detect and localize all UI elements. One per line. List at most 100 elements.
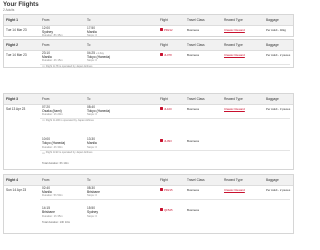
plane-icon: [42, 119, 45, 122]
col-from: From: [42, 43, 50, 47]
segment-from: 07:20 Osaka (Itami) Duration: 1h 20m: [42, 105, 63, 117]
plane-icon: [42, 151, 45, 154]
reward-type-link[interactable]: Classic Reward: [224, 188, 245, 192]
flight-4-label: Flight 4: [6, 178, 19, 182]
flight-number[interactable]: PR215: [164, 188, 173, 192]
reward-type-link[interactable]: Classic Reward: [224, 53, 245, 57]
col-from: From: [42, 18, 50, 22]
segment-to: 04:25 +1 day Tokyo (Haneda) Stops: 0: [87, 51, 110, 63]
flight-block-2: Flight 2 From To Flight Travel Class Rew…: [3, 39, 294, 68]
baggage-info: Per Adult - 2 pieces: [266, 52, 291, 57]
airline-logo-icon: [160, 27, 163, 31]
segment-date: Sat 13 Apr 23: [6, 106, 26, 111]
col-flight: Flight: [160, 43, 168, 47]
baggage-info: Per Adult - 40kg: [266, 27, 286, 32]
segment-from: 23:10 Manila Duration: 4h 15m: [42, 51, 63, 63]
flight-number[interactable]: JL093: [164, 139, 172, 143]
segment-date: Sun 14 Apr 23: [6, 187, 27, 192]
flight-1-label: Flight 1: [6, 18, 19, 22]
col-to: To: [87, 18, 91, 22]
segment-to: 17:50 Manila Stops: 0: [87, 26, 97, 38]
baggage-info: Per Adult - 3 pieces: [266, 106, 291, 111]
segment-date: Tue 14 Mar 23: [6, 27, 27, 32]
flight-3-label: Flight 3: [6, 97, 19, 101]
flight-4-header: Flight 4 From To Flight Travel Class Rew…: [4, 175, 293, 186]
travel-class: Business: [187, 106, 200, 111]
page-title: Your Flights: [3, 1, 39, 8]
col-travel-class: Travel Class: [187, 178, 205, 182]
plane-icon: [42, 65, 45, 68]
flight-block-4: Flight 4 From To Flight Travel Class Rew…: [3, 174, 294, 234]
col-reward-type: Reward Type: [224, 178, 243, 182]
col-from: From: [42, 97, 50, 101]
segment-from: 10:00 Tokyo (Haneda) Duration: 4h 30m: [42, 137, 65, 149]
segment-from: 14:15 Brisbane Duration: 1h 35m: [42, 206, 63, 218]
travel-class: Business: [187, 138, 200, 143]
col-baggage: Baggage: [266, 18, 279, 22]
segment-to: 08:40 Tokyo (Haneda) Stops: 0: [87, 105, 110, 117]
airline-logo-icon: [160, 207, 163, 211]
flight-segment: Tue 14 Mar 23 12:00 Sydney Duration: 8h …: [4, 26, 293, 38]
airline-logo-icon: [160, 187, 163, 191]
flight-segment: Sat 13 Apr 23 07:20 Osaka (Itami) Durati…: [4, 105, 293, 171]
col-travel-class: Travel Class: [187, 18, 205, 22]
segment-from: 12:00 Sydney Duration: 8h 35m: [42, 26, 63, 38]
col-travel-class: Travel Class: [187, 97, 205, 101]
col-flight: Flight: [160, 18, 168, 22]
airline-logo-icon: [160, 52, 163, 56]
col-to: To: [87, 178, 91, 182]
segment-duration: Duration: 8h 35m: [42, 34, 63, 38]
segment-duration: Duration: 1h 35m: [42, 214, 63, 218]
operated-by-text: Flight JL78 is operated by Japan Airline…: [45, 64, 93, 68]
flight-segment: Tue 14 Mar 23 23:10 Manila Duration: 4h …: [4, 51, 293, 69]
flight-number[interactable]: QF525: [164, 208, 173, 212]
col-reward-type: Reward Type: [224, 97, 243, 101]
col-to: To: [87, 43, 91, 47]
col-travel-class: Travel Class: [187, 43, 205, 47]
operated-by-note: Flight JL100 is operated by Japan Airlin…: [42, 119, 94, 122]
segment-duration: Duration: 4h 30m: [42, 145, 63, 149]
airline-logo-icon: [160, 106, 163, 110]
flight-1-header: Flight 1 From To Flight Travel Class Rew…: [4, 15, 293, 26]
segment-from: 02:40 Manila Duration: 5h 50m: [42, 186, 63, 198]
col-from: From: [42, 178, 50, 182]
segment-stops: Stops: 0: [87, 214, 97, 218]
reward-type-link[interactable]: Classic Reward: [224, 107, 245, 111]
flight-block-3: Flight 3 From To Flight Travel Class Rew…: [3, 93, 294, 170]
segment-duration: Duration: 5h 50m: [42, 194, 63, 198]
page-header: Your Flights 2 Adults: [3, 1, 39, 12]
col-reward-type: Reward Type: [224, 18, 243, 22]
baggage-info: Per Adult - 2 pieces: [266, 187, 291, 192]
reward-type-link[interactable]: Classic Reward: [224, 28, 245, 32]
travel-class: Business: [187, 207, 200, 212]
operated-by-text: Flight JL100 is operated by Japan Airlin…: [45, 118, 94, 122]
page-subtitle: 2 Adults: [3, 8, 15, 12]
flight-2-header: Flight 2 From To Flight Travel Class Rew…: [4, 40, 293, 51]
segment-to: 08:30 Brisbane Stops: 0: [87, 186, 100, 198]
operated-by-text: Flight JL93 is operated by Japan Airline…: [45, 151, 93, 155]
operated-by-note: Flight JL93 is operated by Japan Airline…: [42, 151, 92, 154]
segment-stops: Stops: 0: [87, 194, 97, 198]
segment-date: Tue 14 Mar 23: [6, 52, 27, 57]
col-baggage: Baggage: [266, 178, 279, 182]
segment-to: 15:50 Sydney Stops: 0: [87, 206, 98, 218]
flight-3-header: Flight 3 From To Flight Travel Class Rew…: [4, 94, 293, 105]
col-flight: Flight: [160, 178, 168, 182]
flight-number[interactable]: PR212: [164, 28, 173, 32]
travel-class: Business: [187, 52, 200, 57]
segment-to: 13:30 Manila Stops: 0: [87, 137, 97, 149]
total-duration: Total duration: 6h 10m: [42, 162, 69, 165]
col-to: To: [87, 97, 91, 101]
segment-stops: Stops: 0: [87, 34, 97, 38]
divider: [40, 199, 290, 200]
airline-logo-icon: [160, 138, 163, 142]
flight-segment: Sun 14 Apr 23 02:40 Manila Duration: 5h …: [4, 186, 293, 235]
flight-number[interactable]: JL078: [164, 53, 172, 57]
segment-stops: Stops: 0: [87, 145, 97, 149]
travel-class: Business: [187, 27, 200, 32]
flight-number[interactable]: JL100: [164, 107, 172, 111]
col-baggage: Baggage: [266, 97, 279, 101]
operated-by-note: Flight JL78 is operated by Japan Airline…: [42, 65, 92, 68]
travel-class: Business: [187, 187, 200, 192]
col-baggage: Baggage: [266, 43, 279, 47]
